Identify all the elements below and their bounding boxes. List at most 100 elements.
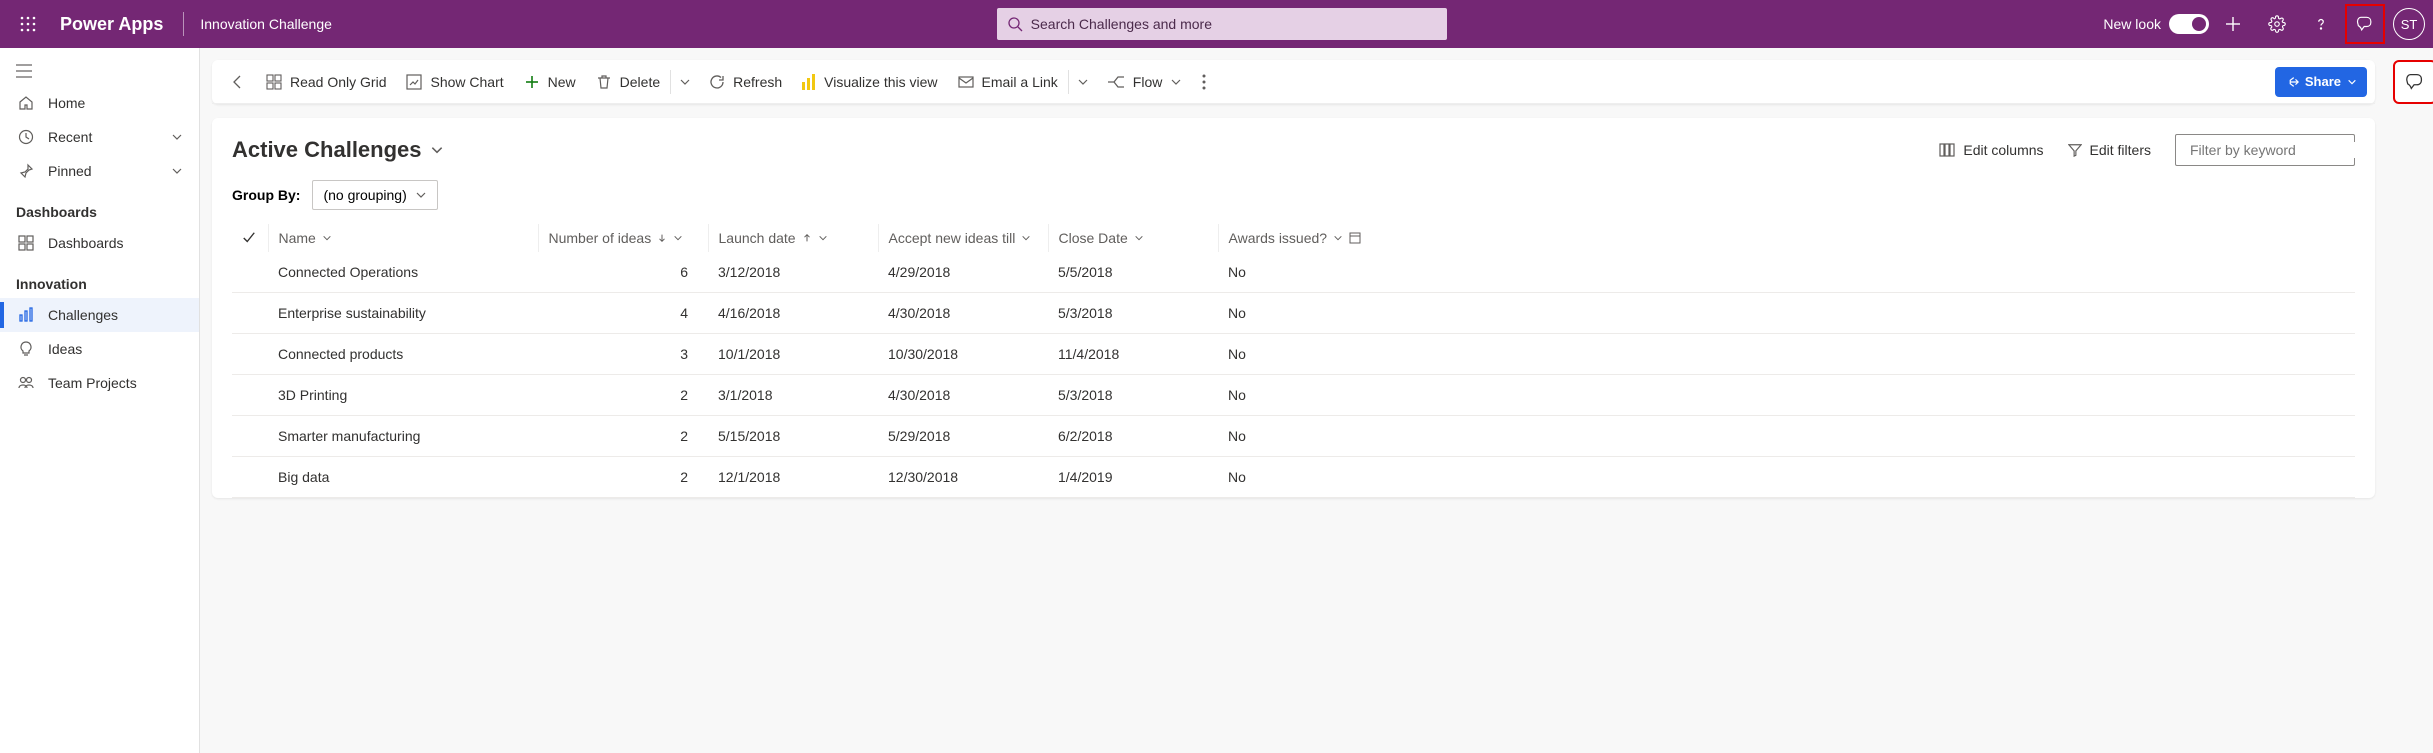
user-avatar[interactable]: ST bbox=[2393, 8, 2425, 40]
command-label: Delete bbox=[620, 74, 660, 90]
cell-name[interactable]: Enterprise sustainability bbox=[268, 293, 538, 334]
cell-close: 5/3/2018 bbox=[1048, 293, 1218, 334]
command-label: Flow bbox=[1133, 74, 1163, 90]
brand-name[interactable]: Power Apps bbox=[48, 14, 175, 35]
column-header-awards[interactable]: Awards issued? bbox=[1218, 224, 2355, 252]
visualize-button[interactable]: Visualize this view bbox=[792, 66, 947, 98]
app-name[interactable]: Innovation Challenge bbox=[192, 16, 340, 32]
chevron-down-icon bbox=[1021, 233, 1031, 243]
sidebar-item-team-projects[interactable]: Team Projects bbox=[0, 366, 199, 400]
share-button[interactable]: Share bbox=[2275, 67, 2367, 97]
cell-launch: 10/1/2018 bbox=[708, 334, 878, 375]
new-look-toggle[interactable] bbox=[2169, 14, 2209, 34]
view-selector[interactable]: Active Challenges bbox=[232, 137, 444, 163]
cell-launch: 3/12/2018 bbox=[708, 252, 878, 293]
table-row[interactable]: Big data212/1/201812/30/20181/4/2019No bbox=[232, 457, 2355, 498]
sidebar-item-home[interactable]: Home bbox=[0, 86, 199, 120]
keyword-filter-input[interactable] bbox=[2190, 142, 2371, 158]
sidebar-item-label: Home bbox=[48, 95, 85, 111]
sidebar-item-pinned[interactable]: Pinned bbox=[0, 154, 199, 188]
cell-awards: No bbox=[1218, 293, 2355, 334]
table-row[interactable]: Connected Operations63/12/20184/29/20185… bbox=[232, 252, 2355, 293]
flow-button[interactable]: Flow bbox=[1097, 66, 1193, 98]
sidebar-section-dashboards: Dashboards bbox=[0, 188, 199, 226]
cell-launch: 12/1/2018 bbox=[708, 457, 878, 498]
table-row[interactable]: Smarter manufacturing25/15/20185/29/2018… bbox=[232, 416, 2355, 457]
cell-awards: No bbox=[1218, 252, 2355, 293]
home-icon bbox=[16, 93, 36, 113]
chevron-down-icon bbox=[171, 131, 183, 143]
column-overflow-icon[interactable] bbox=[1349, 232, 1361, 244]
cell-name[interactable]: Smarter manufacturing bbox=[268, 416, 538, 457]
cell-launch: 3/1/2018 bbox=[708, 375, 878, 416]
cell-name[interactable]: Big data bbox=[268, 457, 538, 498]
cell-awards: No bbox=[1218, 375, 2355, 416]
cell-ideas: 2 bbox=[538, 457, 708, 498]
email-link-button[interactable]: Email a Link bbox=[948, 66, 1068, 98]
app-launcher-icon[interactable] bbox=[8, 4, 48, 44]
email-split-button[interactable] bbox=[1068, 70, 1097, 94]
table-row[interactable]: Enterprise sustainability44/16/20184/30/… bbox=[232, 293, 2355, 334]
refresh-button[interactable]: Refresh bbox=[699, 66, 792, 98]
cell-name[interactable]: 3D Printing bbox=[268, 375, 538, 416]
show-chart-button[interactable]: Show Chart bbox=[396, 66, 513, 98]
new-button[interactable]: New bbox=[514, 66, 586, 98]
sidebar-item-recent[interactable]: Recent bbox=[0, 120, 199, 154]
column-header-launch[interactable]: Launch date bbox=[708, 224, 878, 252]
new-look-label: New look bbox=[2103, 16, 2161, 32]
sidebar-item-label: Dashboards bbox=[48, 235, 124, 251]
column-header-ideas[interactable]: Number of ideas bbox=[538, 224, 708, 252]
delete-button[interactable]: Delete bbox=[586, 66, 670, 98]
copilot-button[interactable] bbox=[2345, 4, 2385, 44]
cell-accept: 12/30/2018 bbox=[878, 457, 1048, 498]
chevron-down-icon bbox=[171, 165, 183, 177]
copilot-pane-button[interactable] bbox=[2393, 60, 2433, 104]
cell-launch: 4/16/2018 bbox=[708, 293, 878, 334]
cell-accept: 4/30/2018 bbox=[878, 293, 1048, 334]
cell-ideas: 6 bbox=[538, 252, 708, 293]
sidebar-item-challenges[interactable]: Challenges bbox=[0, 298, 199, 332]
command-label: Share bbox=[2305, 74, 2341, 89]
chevron-down-icon bbox=[1333, 233, 1343, 243]
group-by-value: (no grouping) bbox=[323, 187, 406, 203]
chevron-down-icon bbox=[430, 143, 444, 157]
sidebar-item-ideas[interactable]: Ideas bbox=[0, 332, 199, 366]
chevron-down-icon bbox=[818, 233, 828, 243]
cell-close: 11/4/2018 bbox=[1048, 334, 1218, 375]
view-title: Active Challenges bbox=[232, 137, 422, 163]
add-button[interactable] bbox=[2213, 4, 2253, 44]
table-row[interactable]: Connected products310/1/201810/30/201811… bbox=[232, 334, 2355, 375]
clock-icon bbox=[16, 127, 36, 147]
lightbulb-icon bbox=[16, 339, 36, 359]
delete-split-button[interactable] bbox=[670, 70, 699, 94]
global-search-input[interactable] bbox=[1031, 16, 1437, 32]
keyword-filter[interactable] bbox=[2175, 134, 2355, 166]
table-row[interactable]: 3D Printing23/1/20184/30/20185/3/2018No bbox=[232, 375, 2355, 416]
sidebar-item-dashboards[interactable]: Dashboards bbox=[0, 226, 199, 260]
cell-accept: 5/29/2018 bbox=[878, 416, 1048, 457]
help-button[interactable] bbox=[2301, 4, 2341, 44]
cell-ideas: 3 bbox=[538, 334, 708, 375]
brand-divider bbox=[183, 12, 184, 36]
column-header-name[interactable]: Name bbox=[268, 224, 538, 252]
column-select-all[interactable] bbox=[232, 224, 268, 252]
column-header-close[interactable]: Close Date bbox=[1048, 224, 1218, 252]
cell-name[interactable]: Connected products bbox=[268, 334, 538, 375]
group-by-select[interactable]: (no grouping) bbox=[312, 180, 437, 210]
settings-button[interactable] bbox=[2257, 4, 2297, 44]
command-overflow-button[interactable] bbox=[1192, 74, 1216, 90]
cell-accept: 4/30/2018 bbox=[878, 375, 1048, 416]
chevron-down-icon bbox=[1134, 233, 1144, 243]
edit-filters-button[interactable]: Edit filters bbox=[2068, 142, 2151, 158]
global-search[interactable] bbox=[997, 8, 1447, 40]
cell-name[interactable]: Connected Operations bbox=[268, 252, 538, 293]
sort-asc-icon bbox=[802, 233, 812, 243]
back-button[interactable] bbox=[220, 66, 256, 98]
sidebar-collapse-button[interactable] bbox=[0, 56, 199, 86]
read-only-grid-button[interactable]: Read Only Grid bbox=[256, 66, 396, 98]
team-icon bbox=[16, 373, 36, 393]
column-header-accept[interactable]: Accept new ideas till bbox=[878, 224, 1048, 252]
cell-awards: No bbox=[1218, 334, 2355, 375]
edit-columns-button[interactable]: Edit columns bbox=[1939, 142, 2043, 158]
dashboard-icon bbox=[16, 233, 36, 253]
